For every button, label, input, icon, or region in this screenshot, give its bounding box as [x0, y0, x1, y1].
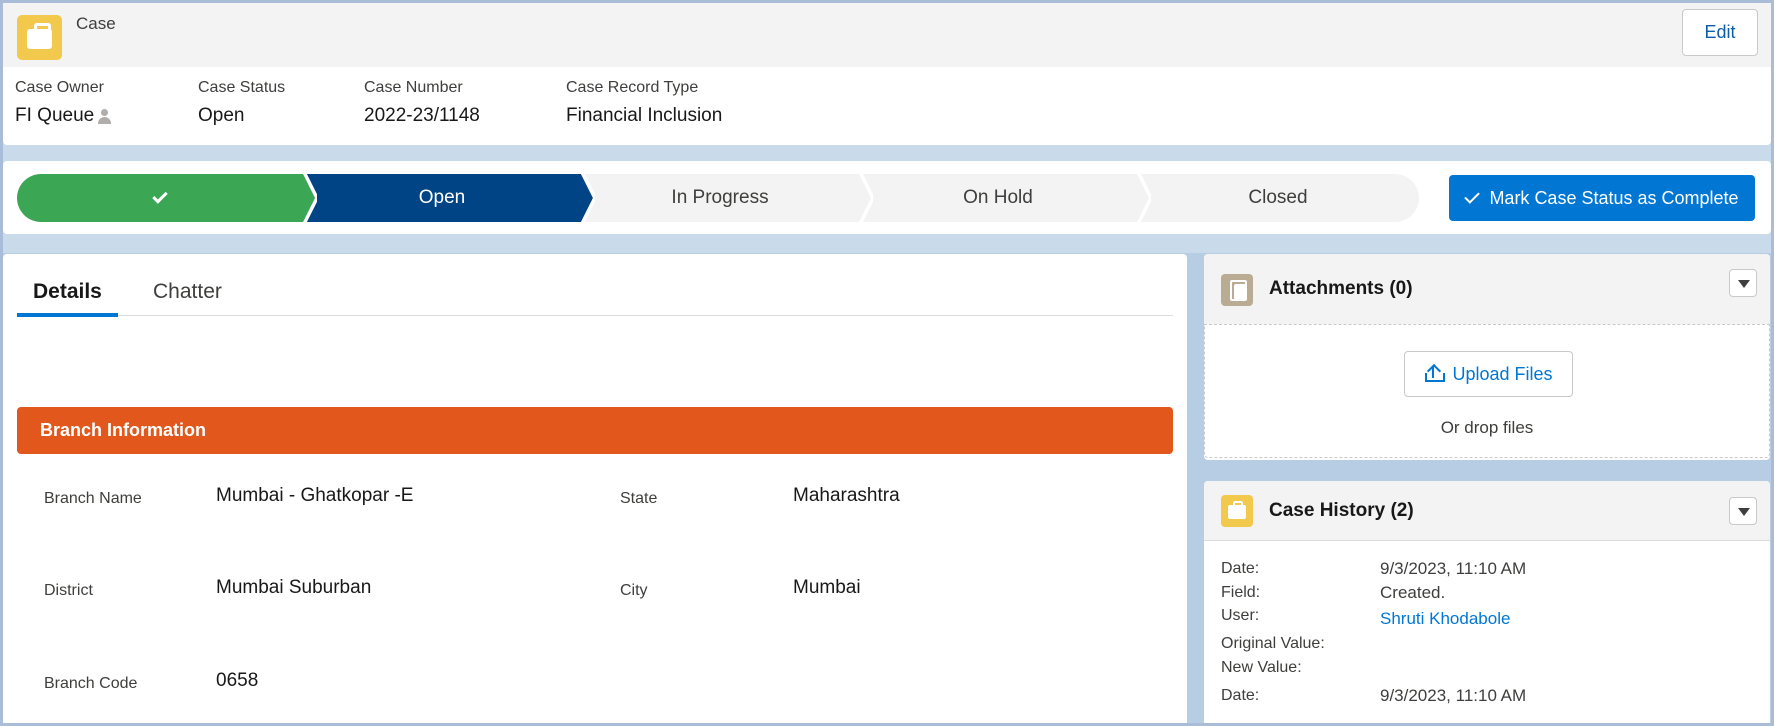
file-dropzone[interactable]: Upload Files Or drop files: [1204, 324, 1770, 458]
path-step-closed[interactable]: Closed: [1137, 174, 1419, 222]
history-user-link[interactable]: Shruti Khodabole: [1380, 609, 1510, 629]
case-owner-link[interactable]: FI Queue: [15, 105, 94, 127]
mark-status-complete-button[interactable]: Mark Case Status as Complete: [1449, 175, 1755, 221]
field-label-branch-name: Branch Name: [44, 490, 142, 507]
case-history-card: Case History (2) Date: 9/3/2023, 11:10 A…: [1204, 481, 1770, 726]
case-history-menu-button[interactable]: [1729, 497, 1757, 525]
complete-button-label: Mark Case Status as Complete: [1489, 187, 1739, 208]
history-label-date: Date:: [1221, 560, 1260, 577]
details-panel: Details Chatter Branch Information Branc…: [3, 254, 1187, 726]
history-label-date: Date:: [1221, 687, 1260, 704]
history-label-new-value: New Value:: [1221, 659, 1302, 676]
highlight-case-number: Case Number 2022-23/1148: [364, 79, 480, 127]
section-header-branch-information[interactable]: Branch Information: [17, 407, 1173, 454]
case-status-value: Open: [198, 105, 245, 126]
record-tabs: Details Chatter: [17, 268, 1173, 317]
path-bar: Open In Progress On Hold Closed: [17, 174, 1419, 222]
field-label-district: District: [44, 582, 93, 599]
attachments-card: Attachments (0) Upload Files Or drop fil…: [1204, 254, 1770, 460]
field-label-branch-code: Branch Code: [44, 675, 138, 692]
path-chevron: [851, 174, 873, 222]
highlight-label: Case Record Type: [566, 79, 699, 96]
case-number-value: 2022-23/1148: [364, 105, 480, 126]
check-icon: [1464, 188, 1481, 204]
highlight-label: Case Owner: [15, 79, 104, 96]
tab-details[interactable]: Details: [17, 268, 118, 317]
upload-files-label: Upload Files: [1452, 363, 1553, 384]
highlight-case-owner: Case Owner FI Queue: [15, 79, 113, 127]
tab-label: Chatter: [153, 280, 222, 303]
record-header: Case Edit: [3, 3, 1771, 67]
path-step-open[interactable]: Open: [303, 174, 581, 222]
field-value-branch-code: 0658: [216, 670, 259, 691]
path-step-label: Open: [418, 187, 466, 208]
upload-files-button[interactable]: Upload Files: [1404, 351, 1573, 397]
path-step-on-hold[interactable]: On Hold: [859, 174, 1137, 222]
status-path: Open In Progress On Hold Closed Mark Cas…: [3, 161, 1771, 234]
highlight-case-record-type: Case Record Type Financial Inclusion: [566, 79, 722, 127]
history-label-field: Field:: [1221, 584, 1261, 601]
history-label-original-value: Original Value:: [1221, 635, 1325, 652]
attachments-header: Attachments (0): [1204, 254, 1770, 324]
highlight-label: Case Status: [198, 79, 286, 96]
path-step-label: In Progress: [671, 187, 769, 208]
edit-button[interactable]: Edit: [1682, 9, 1758, 56]
highlight-label: Case Number: [364, 79, 463, 96]
case-history-title[interactable]: Case History (2): [1269, 500, 1414, 522]
path-step-label: On Hold: [963, 187, 1033, 208]
highlight-case-status: Case Status Open: [198, 79, 285, 127]
file-icon: [1221, 274, 1253, 306]
path-step-completed[interactable]: [17, 174, 303, 222]
case-owner-value[interactable]: FI Queue: [15, 105, 113, 127]
field-label-state: State: [620, 490, 658, 507]
record-highlights-panel: Case Edit Case Owner FI Queue Case Statu…: [3, 3, 1771, 145]
tab-chatter[interactable]: Chatter: [153, 268, 222, 316]
path-chevron: [1129, 174, 1151, 222]
history-label-user: User:: [1221, 607, 1260, 624]
case-history-header: Case History (2): [1204, 481, 1770, 541]
case-record-type-value: Financial Inclusion: [566, 105, 723, 126]
path-chevron: [295, 174, 317, 222]
highlight-fields: Case Owner FI Queue Case Status Open Cas…: [3, 79, 1771, 139]
history-value-date: 9/3/2023, 11:10 AM: [1380, 559, 1527, 578]
object-label: Case: [76, 14, 116, 33]
queue-user-icon: [97, 108, 113, 124]
path-step-label: Closed: [1248, 187, 1308, 208]
attachments-menu-button[interactable]: [1729, 269, 1757, 297]
upload-icon: [1424, 365, 1446, 383]
briefcase-icon: [17, 15, 62, 60]
history-value-field: Created.: [1380, 583, 1446, 602]
field-label-city: City: [620, 582, 648, 599]
drop-files-text: Or drop files: [1440, 418, 1534, 437]
briefcase-icon: [1221, 495, 1253, 527]
field-value-state: Maharashtra: [793, 485, 900, 506]
history-value-date: 9/3/2023, 11:10 AM: [1380, 686, 1527, 705]
path-chevron: [573, 174, 595, 222]
path-step-in-progress[interactable]: In Progress: [581, 174, 859, 222]
tab-label: Details: [33, 280, 102, 303]
check-icon: [152, 188, 168, 204]
attachments-title[interactable]: Attachments (0): [1269, 278, 1413, 300]
field-value-branch-name: Mumbai - Ghatkopar -E: [216, 485, 414, 506]
field-value-city: Mumbai: [793, 577, 861, 598]
field-value-district: Mumbai Suburban: [216, 577, 372, 598]
